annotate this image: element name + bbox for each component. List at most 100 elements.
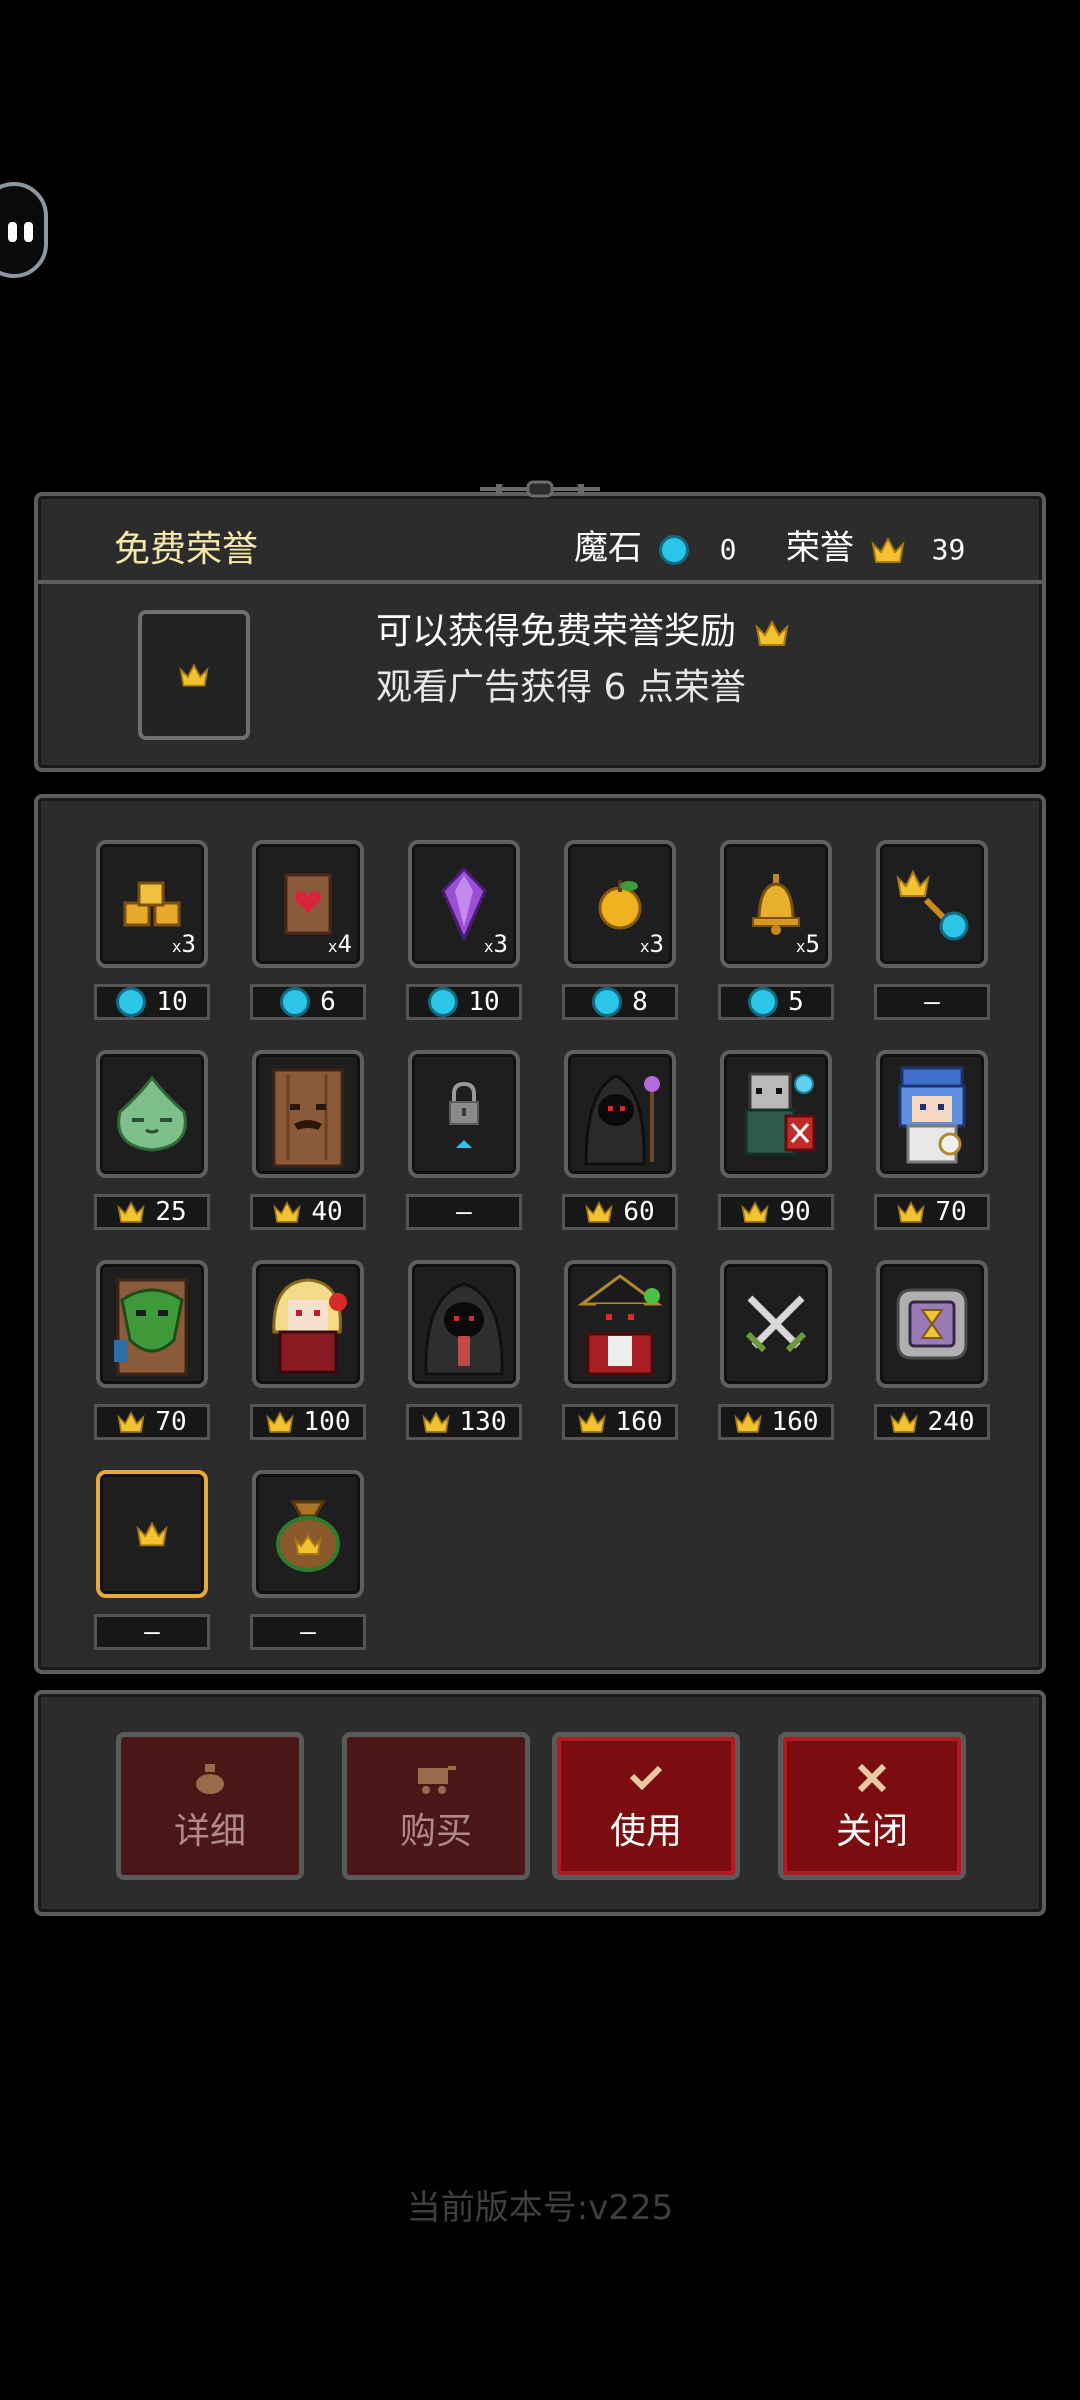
- page-title: 免费荣誉: [114, 529, 259, 570]
- item-slot-pirate-witch[interactable]: [564, 1260, 676, 1388]
- price-value: 160: [615, 1407, 663, 1437]
- item-slot-honor-bag[interactable]: [252, 1470, 364, 1598]
- gem-icon: [658, 534, 689, 565]
- price-tag: 160: [562, 1404, 678, 1440]
- crossed-swords-icon: [745, 1295, 807, 1353]
- item-slot-crown-to-gem[interactable]: [876, 840, 988, 968]
- crown-icon: [585, 1201, 613, 1223]
- hooded-mage-icon: [584, 1074, 660, 1166]
- item-slot-purple-crystal[interactable]: x3: [408, 840, 520, 968]
- honor-bag-icon: [276, 1500, 340, 1572]
- close-button[interactable]: 关闭: [778, 1732, 966, 1880]
- use-button[interactable]: 使用: [552, 1732, 740, 1880]
- hourglass-icon: [896, 1288, 968, 1360]
- price-tag: 10: [94, 984, 210, 1020]
- honor-label: 荣誉: [786, 528, 854, 568]
- eye-icon: [8, 222, 17, 242]
- price-value: —: [144, 1617, 160, 1647]
- price-tag: 70: [94, 1404, 210, 1440]
- gem-counter: 魔石 0: [574, 520, 736, 569]
- crown-icon: [179, 663, 209, 687]
- item-slot-bell[interactable]: x5: [720, 840, 832, 968]
- buy-button[interactable]: 购买: [342, 1732, 530, 1880]
- item-slot-locked[interactable]: [408, 1050, 520, 1178]
- price-tag: 70: [874, 1194, 990, 1230]
- gem-value: 0: [719, 533, 737, 566]
- crown-icon: [897, 1201, 925, 1223]
- free-reward-text: 可以获得免费荣誉奖励: [376, 611, 737, 652]
- use-button-label: 使用: [609, 1811, 682, 1852]
- price-tag: 240: [874, 1404, 990, 1440]
- price-value: 90: [779, 1197, 811, 1227]
- detail-button-label: 详细: [173, 1811, 246, 1852]
- price-value: 130: [459, 1407, 507, 1437]
- forest-guardian-icon: [114, 1278, 188, 1376]
- price-tag: 60: [562, 1194, 678, 1230]
- item-slot-knight-shield[interactable]: [720, 1050, 832, 1178]
- item-slot-golden-apple[interactable]: x3: [564, 840, 676, 968]
- crown-icon: [273, 1201, 301, 1223]
- free-honor-slot[interactable]: [138, 610, 250, 740]
- blonde-vampire-icon: [272, 1278, 347, 1374]
- item-slot-dark-hood[interactable]: [408, 1260, 520, 1388]
- tree-monster-icon: [272, 1068, 344, 1168]
- price-value: 10: [468, 987, 500, 1017]
- item-slot-blue-priestess[interactable]: [876, 1050, 988, 1178]
- price-tag: 25: [94, 1194, 210, 1230]
- gem-icon: [748, 987, 779, 1017]
- honor-shop-header: 免费荣誉 魔石 0 荣誉 39 可以获得免费荣誉奖励 观看广告获得 6 点荣誉: [34, 480, 1046, 772]
- item-qty: 3: [181, 930, 196, 958]
- buy-button-label: 购买: [399, 1811, 472, 1852]
- gold-bars-icon: [123, 881, 181, 927]
- crown-icon: [741, 1201, 769, 1223]
- price-tag: 6: [250, 984, 366, 1020]
- price-value: —: [456, 1197, 472, 1227]
- item-slot-forest-guardian[interactable]: [96, 1260, 208, 1388]
- price-value: 6: [320, 987, 336, 1017]
- item-slot-blonde-vampire[interactable]: [252, 1260, 364, 1388]
- version-label: 当前版本号:v225: [406, 2188, 674, 2228]
- crown-icon: [755, 619, 789, 646]
- blue-priestess-icon: [898, 1066, 966, 1164]
- item-slot-heart-scroll[interactable]: x4: [252, 840, 364, 968]
- golden-apple-icon: [598, 880, 642, 930]
- detail-button[interactable]: 详细: [116, 1732, 304, 1880]
- item-qty: 3: [649, 930, 664, 958]
- crown-icon: [421, 1411, 450, 1433]
- floating-assistant-button[interactable]: [0, 182, 48, 278]
- green-slime-icon: [117, 1075, 187, 1152]
- price-tag: 90: [718, 1194, 834, 1230]
- crown-icon: [577, 1411, 606, 1433]
- price-value: 60: [623, 1197, 655, 1227]
- action-bar: 详细 购买 使用 关闭: [34, 1690, 1046, 1916]
- price-value: 10: [156, 987, 188, 1017]
- item-slot-crossed-swords[interactable]: [720, 1260, 832, 1388]
- exchange-crown-gem-icon: [896, 869, 969, 941]
- gem-icon: [428, 987, 459, 1017]
- heart-scroll-icon: [284, 873, 332, 935]
- item-slot-green-slime[interactable]: [96, 1050, 208, 1178]
- price-tag: 160: [718, 1404, 834, 1440]
- knight-shield-icon: [744, 1072, 816, 1156]
- item-slot-hooded-mage[interactable]: [564, 1050, 676, 1178]
- price-tag: —: [94, 1614, 210, 1650]
- price-value: —: [924, 987, 940, 1017]
- dark-hood-icon: [424, 1282, 504, 1376]
- crown-icon: [889, 1411, 918, 1433]
- close-icon: [857, 1763, 887, 1793]
- item-slot-tree-monster[interactable]: [252, 1050, 364, 1178]
- item-slot-crown-selected[interactable]: [96, 1470, 208, 1598]
- price-tag: 5: [718, 984, 834, 1020]
- item-slot-hourglass[interactable]: [876, 1260, 988, 1388]
- price-tag: —: [874, 984, 990, 1020]
- price-tag: —: [250, 1614, 366, 1650]
- price-value: 70: [155, 1407, 187, 1437]
- item-slot-gold-bars[interactable]: x3: [96, 840, 208, 968]
- price-tag: 40: [250, 1194, 366, 1230]
- header-bar: 免费荣誉 魔石 0 荣誉 39: [38, 496, 1042, 584]
- crown-icon: [117, 1201, 145, 1223]
- price-tag: 130: [406, 1404, 522, 1440]
- price-tag: 10: [406, 984, 522, 1020]
- price-value: 240: [927, 1407, 975, 1437]
- item-qty: 3: [493, 930, 508, 958]
